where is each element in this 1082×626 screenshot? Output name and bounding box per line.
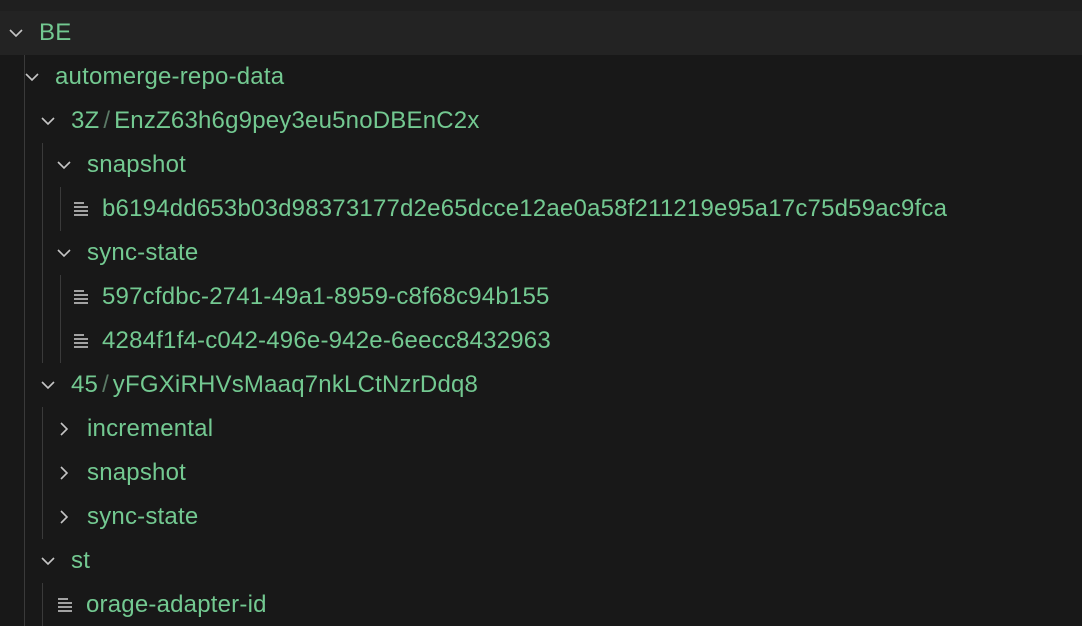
file-label: 4284f1f4-c042-496e-942e-6eecc8432963 (102, 327, 551, 354)
file-label: orage-adapter-id (86, 591, 267, 618)
file-lines-icon (56, 596, 74, 614)
path-separator: / (102, 371, 109, 398)
tree-file-sync-state[interactable]: 4284f1f4-c042-496e-942e-6eecc8432963 (0, 319, 1082, 363)
tree-folder-snapshot[interactable]: snapshot (0, 451, 1082, 495)
folder-label: st (71, 547, 91, 574)
explorer-top-strip (0, 0, 1082, 11)
chevron-down-icon[interactable] (55, 156, 73, 174)
tree-folder-be[interactable]: BE (0, 11, 1082, 55)
folder-label: automerge-repo-data (55, 63, 285, 90)
chevron-down-icon[interactable] (39, 112, 57, 130)
tree-folder-snapshot[interactable]: snapshot (0, 143, 1082, 187)
folder-label: sync-state (87, 239, 199, 266)
folder-prefix-label: 45 (71, 371, 99, 398)
folder-label: snapshot (87, 151, 187, 178)
folder-label: yFGXiRHVsMaaq7nkLCtNzrDdq8 (112, 371, 479, 398)
chevron-down-icon[interactable] (7, 24, 25, 42)
folder-prefix-label: 3Z (71, 107, 100, 134)
file-lines-icon (72, 288, 90, 306)
tree-file-snapshot[interactable]: b6194dd653b03d98373177d2e65dcce12ae0a58f… (0, 187, 1082, 231)
tree-folder-automerge-repo-data[interactable]: automerge-repo-data (0, 55, 1082, 99)
tree-file-storage-adapter-id[interactable]: orage-adapter-id (0, 583, 1082, 626)
folder-label: snapshot (87, 459, 187, 486)
tree-folder-doc-45[interactable]: 45 / yFGXiRHVsMaaq7nkLCtNzrDdq8 (0, 363, 1082, 407)
file-label: 597cfdbc-2741-49a1-8959-c8f68c94b155 (102, 283, 550, 310)
chevron-down-icon[interactable] (55, 244, 73, 262)
chevron-right-icon[interactable] (55, 420, 73, 438)
chevron-down-icon[interactable] (39, 376, 57, 394)
path-separator: / (103, 107, 111, 134)
chevron-right-icon[interactable] (55, 464, 73, 482)
folder-label: sync-state (87, 503, 199, 530)
tree-file-sync-state[interactable]: 597cfdbc-2741-49a1-8959-c8f68c94b155 (0, 275, 1082, 319)
chevron-down-icon[interactable] (39, 552, 57, 570)
folder-label: EnzZ63h6g9pey3eu5noDBEnC2x (114, 107, 480, 134)
chevron-down-icon[interactable] (23, 68, 41, 86)
chevron-right-icon[interactable] (55, 508, 73, 526)
folder-label: BE (39, 19, 72, 46)
tree-folder-doc-3z[interactable]: 3Z / EnzZ63h6g9pey3eu5noDBEnC2x (0, 99, 1082, 143)
folder-label: incremental (87, 415, 214, 442)
tree-folder-incremental[interactable]: incremental (0, 407, 1082, 451)
file-lines-icon (72, 200, 90, 218)
tree-folder-st[interactable]: st (0, 539, 1082, 583)
file-label: b6194dd653b03d98373177d2e65dcce12ae0a58f… (102, 195, 948, 222)
file-lines-icon (72, 332, 90, 350)
tree-folder-sync-state[interactable]: sync-state (0, 495, 1082, 539)
file-explorer-tree: BE automerge-repo-data 3Z / EnzZ63h6g9pe… (0, 0, 1082, 626)
tree-folder-sync-state[interactable]: sync-state (0, 231, 1082, 275)
